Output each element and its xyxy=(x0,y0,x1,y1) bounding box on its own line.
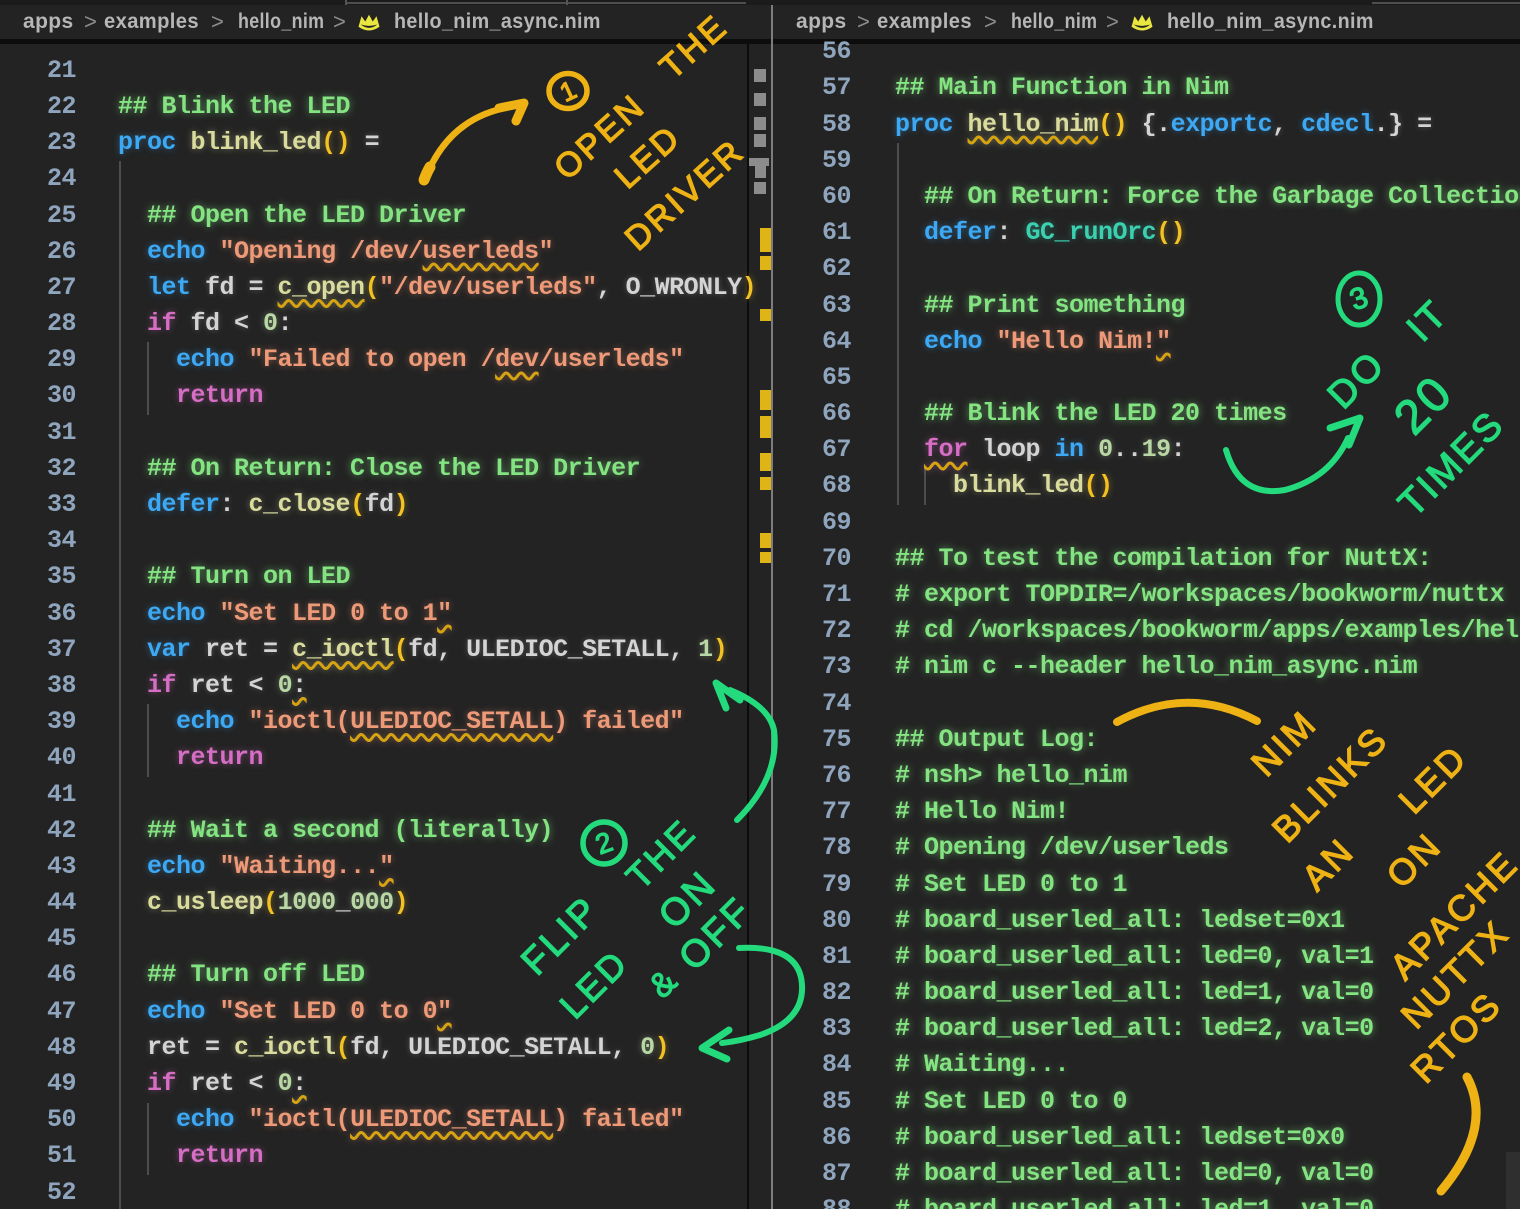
svg-text:1: 1 xyxy=(555,74,581,107)
svg-text:3: 3 xyxy=(1346,281,1373,318)
svg-text:ON: ON xyxy=(1378,824,1449,895)
svg-text:THE: THE xyxy=(653,7,736,87)
svg-text:LED: LED xyxy=(1391,737,1476,822)
svg-text:20: 20 xyxy=(1384,365,1463,444)
svg-text:AN: AN xyxy=(1294,830,1363,899)
svg-text:DO: DO xyxy=(1320,343,1394,417)
svg-text:&: & xyxy=(641,960,686,1005)
svg-text:2: 2 xyxy=(591,826,616,860)
svg-text:IT: IT xyxy=(1399,292,1457,350)
